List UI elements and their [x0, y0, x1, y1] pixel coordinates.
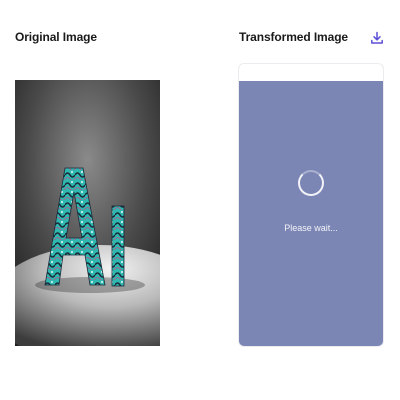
original-image	[15, 80, 160, 346]
loading-status-text: Please wait...	[284, 223, 338, 233]
download-button[interactable]	[368, 29, 386, 47]
image-transform-view: Original Image Transformed Image Please …	[0, 0, 400, 400]
transformed-image-card: Please wait...	[238, 63, 384, 347]
loading-spinner-icon	[298, 170, 324, 196]
transformed-image-placeholder: Please wait...	[239, 81, 383, 346]
original-image-title: Original Image	[15, 30, 97, 44]
original-image-artwork	[15, 80, 160, 346]
download-icon	[371, 31, 383, 44]
transformed-image-title: Transformed Image	[239, 30, 349, 44]
